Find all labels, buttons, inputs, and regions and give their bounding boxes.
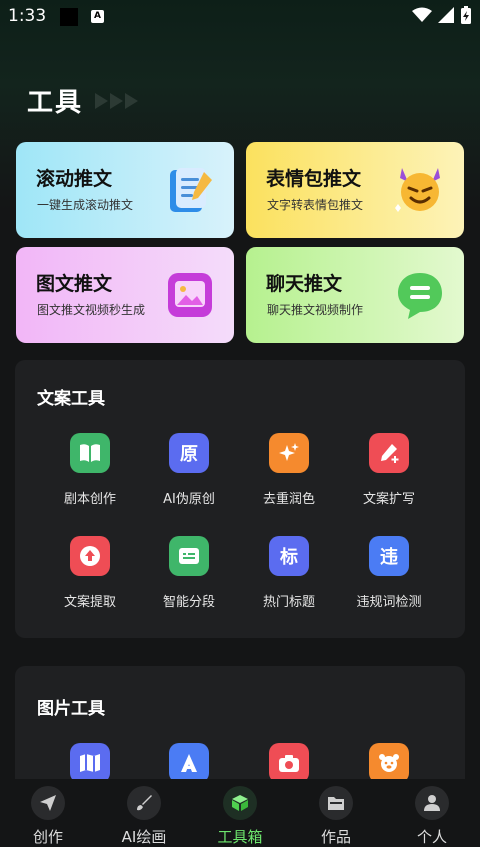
card-subtitle: 一键生成滚动推文 bbox=[37, 198, 134, 212]
tool-smart-segment[interactable]: 智能分段 bbox=[139, 536, 239, 610]
tab-toolbox[interactable]: 工具箱 bbox=[192, 779, 288, 847]
image-tool-4[interactable] bbox=[339, 743, 439, 783]
title-icon: 标 bbox=[269, 536, 309, 576]
tool-label: 去重润色 bbox=[262, 492, 315, 507]
tab-label: 工具箱 bbox=[217, 828, 263, 846]
chat-bubble-icon bbox=[398, 273, 442, 319]
section-title: 图片工具 bbox=[37, 699, 105, 719]
image-tool-3[interactable] bbox=[239, 743, 339, 783]
notification-icon bbox=[60, 8, 78, 26]
bear-icon bbox=[369, 743, 409, 783]
image-tool-1[interactable] bbox=[40, 743, 140, 783]
picture-frame-icon bbox=[168, 273, 212, 317]
card-title: 图文推文 bbox=[36, 273, 113, 295]
tool-label: 剧本创作 bbox=[63, 492, 116, 507]
tool-copy-expand[interactable]: 文案扩写 bbox=[339, 433, 439, 507]
card-title: 聊天推文 bbox=[266, 273, 343, 295]
card-chat-post[interactable]: 聊天推文 聊天推文视频制作 bbox=[246, 247, 464, 343]
tool-label: 热门标题 bbox=[262, 595, 315, 610]
tab-label: 作品 bbox=[320, 828, 351, 846]
tool-dedupe-polish[interactable]: 去重润色 bbox=[239, 433, 339, 507]
tool-script-writing[interactable]: 剧本创作 bbox=[40, 433, 140, 507]
upload-circle-icon bbox=[70, 536, 110, 576]
tool-violation-check[interactable]: 违 违规词检测 bbox=[339, 536, 439, 610]
original-icon: 原 bbox=[169, 433, 209, 473]
tab-ai-painting[interactable]: AI绘画 bbox=[96, 779, 192, 847]
tab-label: 创作 bbox=[32, 828, 63, 846]
card-scroll-post[interactable]: 滚动推文 一键生成滚动推文 bbox=[16, 142, 234, 238]
brush-icon bbox=[127, 786, 161, 820]
image-tools-panel: 图片工具 bbox=[15, 666, 465, 796]
ai-letter-icon bbox=[169, 743, 209, 783]
card-subtitle: 文字转表情包推文 bbox=[267, 198, 364, 212]
tab-works[interactable]: 作品 bbox=[288, 779, 384, 847]
violation-icon: 违 bbox=[369, 536, 409, 576]
card-subtitle: 聊天推文视频制作 bbox=[267, 303, 364, 317]
section-title: 文案工具 bbox=[37, 389, 105, 409]
tab-label: 个人 bbox=[416, 828, 447, 846]
map-icon bbox=[70, 743, 110, 783]
card-image-post[interactable]: 图文推文 图文推文视频秒生成 bbox=[16, 247, 234, 343]
battery-icon bbox=[461, 6, 471, 24]
paper-plane-icon bbox=[31, 786, 65, 820]
page-title: 工具 bbox=[27, 88, 84, 118]
tool-copy-extract[interactable]: 文案提取 bbox=[40, 536, 140, 610]
wifi-icon bbox=[412, 7, 432, 22]
book-icon bbox=[70, 433, 110, 473]
tool-label: AI伪原创 bbox=[163, 492, 215, 507]
person-icon bbox=[415, 786, 449, 820]
page-header: 工具 bbox=[27, 82, 139, 119]
signal-icon bbox=[438, 7, 454, 23]
arrows-decoration-icon bbox=[95, 92, 139, 109]
cube-icon bbox=[223, 786, 257, 820]
tool-label: 文案提取 bbox=[63, 595, 116, 610]
devil-emoji-icon bbox=[395, 168, 440, 212]
tab-create[interactable]: 创作 bbox=[0, 779, 96, 847]
pen-plus-icon bbox=[369, 433, 409, 473]
folder-icon bbox=[319, 786, 353, 820]
tool-hot-titles[interactable]: 标 热门标题 bbox=[239, 536, 339, 610]
tool-label: 违规词检测 bbox=[356, 595, 422, 610]
card-title: 表情包推文 bbox=[266, 168, 362, 190]
card-title: 滚动推文 bbox=[36, 168, 113, 190]
camera-icon bbox=[269, 743, 309, 783]
copy-tools-panel: 文案工具 剧本创作 原 AI伪原创 去重润色 文案扩写 文案提取 智能分段 标 bbox=[15, 360, 465, 638]
app-badge-icon: A bbox=[91, 10, 104, 23]
sparkle-icon bbox=[269, 433, 309, 473]
bottom-tab-bar: 创作 AI绘画 工具箱 作品 个人 bbox=[0, 779, 480, 846]
tool-ai-rewrite[interactable]: 原 AI伪原创 bbox=[139, 433, 239, 507]
notebook-pen-icon bbox=[170, 168, 212, 212]
tool-label: 智能分段 bbox=[162, 595, 215, 610]
tab-label: AI绘画 bbox=[121, 828, 167, 846]
status-time: 1:33 bbox=[8, 6, 47, 26]
image-tool-2[interactable] bbox=[139, 743, 239, 783]
card-subtitle: 图文推文视频秒生成 bbox=[37, 303, 146, 317]
status-bar: 1:33 A bbox=[0, 0, 480, 34]
card-emoji-post[interactable]: 表情包推文 文字转表情包推文 bbox=[246, 142, 464, 238]
message-lines-icon bbox=[169, 536, 209, 576]
tool-label: 文案扩写 bbox=[362, 492, 415, 507]
tab-profile[interactable]: 个人 bbox=[384, 779, 480, 847]
